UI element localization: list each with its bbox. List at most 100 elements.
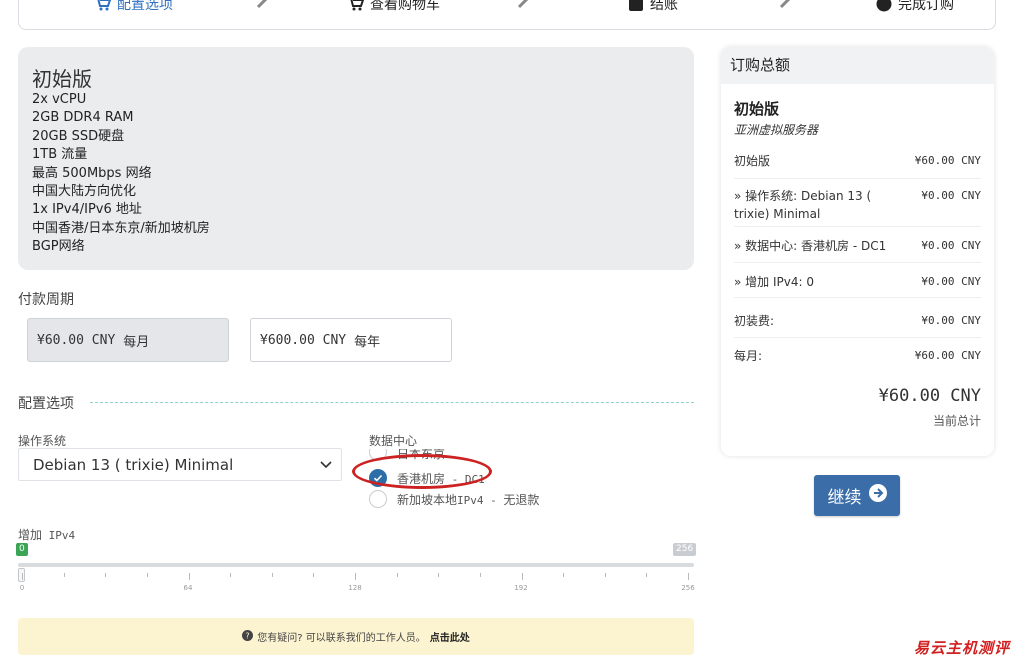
- continue-button[interactable]: 继续: [814, 475, 900, 516]
- chevron-pencil-icon: [779, 0, 793, 9]
- step-checkout[interactable]: 结账: [628, 0, 678, 14]
- slider-tick: [688, 573, 689, 580]
- summary-row-value: ¥60.00 CNY: [914, 349, 981, 362]
- summary-row: 初装费: ¥0.00 CNY: [734, 312, 981, 338]
- summary-row: » 增加 IPv4: 0 ¥0.00 CNY: [734, 273, 981, 298]
- tick-label: 192: [514, 584, 528, 592]
- datacenter-option-singapore[interactable]: 新加坡本地IPv4 - 无退款: [369, 490, 539, 508]
- summary-row-value: ¥0.00 CNY: [921, 314, 981, 327]
- slider-max-bubble: 256: [673, 543, 697, 556]
- product-features: 2x vCPU 2GB DDR4 RAM 20GB SSD硬盘 1TB 流量 最…: [32, 91, 210, 257]
- step-configure[interactable]: 配置选项: [95, 0, 173, 14]
- tick-label: 64: [183, 584, 193, 592]
- summary-row-label: 初始版: [734, 154, 771, 168]
- slider-tick: [63, 573, 65, 577]
- config-options-heading: 配置选项: [18, 396, 74, 412]
- summary-row-label: 初装费:: [734, 314, 775, 328]
- step-checkout-label: 结账: [650, 0, 678, 13]
- summary-product-group: 亚洲虚拟服务器: [734, 123, 819, 137]
- os-select-value: Debian 13 ( trixie) Minimal: [33, 455, 234, 474]
- feature-item: 1x IPv4/IPv6 地址: [32, 202, 142, 218]
- os-select[interactable]: Debian 13 ( trixie) Minimal: [18, 448, 342, 481]
- ipv4-label-mono: IPv4: [42, 529, 76, 542]
- chevron-down-icon: [319, 457, 333, 471]
- ipv4-slider-track[interactable]: [18, 563, 694, 567]
- feature-item: 1TB 流量: [32, 147, 88, 163]
- continue-label: 继续: [827, 488, 862, 508]
- summary-row-value: ¥60.00 CNY: [914, 154, 981, 167]
- step-complete-label: 完成订购: [898, 0, 954, 13]
- product-name: 初始版: [32, 67, 92, 91]
- slider-tick: [396, 573, 398, 577]
- check-circle-icon: [876, 0, 892, 12]
- step-configure-label: 配置选项: [117, 0, 173, 13]
- feature-item: 2GB DDR4 RAM: [32, 110, 134, 126]
- help-banner: ? 您有疑问? 可以联系我们的工作人员。 点击此处: [18, 618, 694, 655]
- summary-product-name: 初始版: [734, 100, 780, 118]
- order-summary-title: 订购总额: [721, 47, 994, 84]
- datacenter-option-note: 无退款: [503, 492, 540, 507]
- slider-tick: [271, 573, 273, 577]
- slider-tick: [646, 573, 648, 577]
- summary-row: » 数据中心: 香港机房 - DC1 ¥0.00 CNY: [734, 237, 981, 263]
- billing-price: ¥60.00 CNY: [37, 332, 116, 348]
- datacenter-label: 数据中心: [369, 434, 418, 448]
- slider-tick: [479, 573, 481, 577]
- feature-item: 2x vCPU: [32, 92, 87, 107]
- billing-period: 每年: [354, 334, 381, 350]
- cart-plus-icon: [95, 0, 111, 12]
- os-label: 操作系统: [18, 434, 67, 448]
- ipv4-label-text: 增加: [18, 528, 43, 542]
- section-divider: [90, 402, 694, 403]
- help-link[interactable]: 点击此处: [430, 629, 470, 644]
- arrow-right-circle-icon: [868, 484, 887, 507]
- datacenter-option-suffix: IPv4 -: [457, 493, 504, 507]
- billing-option-monthly[interactable]: ¥60.00 CNY 每月: [27, 318, 229, 362]
- slider-tick: [521, 573, 523, 580]
- watermark: 易云主机测评: [913, 639, 1010, 657]
- feature-item: 中国大陆方向优化: [32, 184, 137, 200]
- svg-text:?: ?: [246, 631, 250, 640]
- summary-row: 初始版 ¥60.00 CNY: [734, 152, 981, 179]
- step-cart-label: 查看购物车: [370, 0, 440, 13]
- step-cart[interactable]: 查看购物车: [348, 0, 440, 14]
- product-info-panel: 初始版 2x vCPU 2GB DDR4 RAM 20GB SSD硬盘 1TB …: [18, 47, 694, 270]
- help-text: 您有疑问? 可以联系我们的工作人员。: [257, 633, 426, 644]
- tick-label: 128: [348, 584, 362, 592]
- billing-price: ¥600.00 CNY: [260, 332, 347, 348]
- feature-item: 20GB SSD硬盘: [32, 128, 125, 144]
- chevron-pencil-icon: [256, 0, 270, 9]
- slider-tick: [604, 573, 606, 577]
- chevron-pencil-icon: [517, 0, 531, 9]
- billing-period: 每月: [123, 334, 150, 350]
- slider-tick: [188, 573, 190, 580]
- slider-tick: [355, 573, 356, 580]
- slider-value-bubble: 0: [16, 543, 28, 556]
- summary-row: » 操作系统: Debian 13 ( trixie) Minimal ¥0.0…: [734, 187, 981, 227]
- calculator-icon: [628, 0, 644, 12]
- summary-row-value: ¥0.00 CNY: [921, 189, 981, 202]
- datacenter-option-label: 新加坡本地: [397, 492, 458, 507]
- slider-tick: [146, 573, 148, 577]
- slider-tick: [313, 573, 315, 577]
- summary-row-label: » 数据中心: 香港机房 - DC1: [734, 239, 887, 253]
- summary-total-amount: ¥60.00 CNY: [878, 386, 981, 406]
- cart-icon: [348, 0, 364, 12]
- slider-tick: [105, 573, 107, 577]
- question-circle-icon: ?: [242, 629, 254, 644]
- slider-tick: [563, 573, 565, 577]
- slider-tick: [230, 573, 232, 577]
- billing-cycle-heading: 付款周期: [18, 292, 74, 308]
- slider-tick: [22, 573, 23, 580]
- summary-total-label: 当前总计: [932, 414, 981, 428]
- billing-option-yearly[interactable]: ¥600.00 CNY 每年: [250, 318, 452, 362]
- step-complete[interactable]: 完成订购: [876, 0, 954, 14]
- summary-row-label: 每月:: [734, 349, 763, 363]
- feature-item: 中国香港/日本东京/新加坡机房: [32, 220, 210, 236]
- summary-row-label: » 增加 IPv4: 0: [734, 275, 814, 289]
- radio-button[interactable]: [369, 490, 387, 508]
- highlight-annotation: [352, 454, 492, 489]
- summary-row: 每月: ¥60.00 CNY: [734, 347, 981, 373]
- summary-row-value: ¥0.00 CNY: [921, 275, 981, 288]
- summary-row-value: ¥0.00 CNY: [921, 239, 981, 252]
